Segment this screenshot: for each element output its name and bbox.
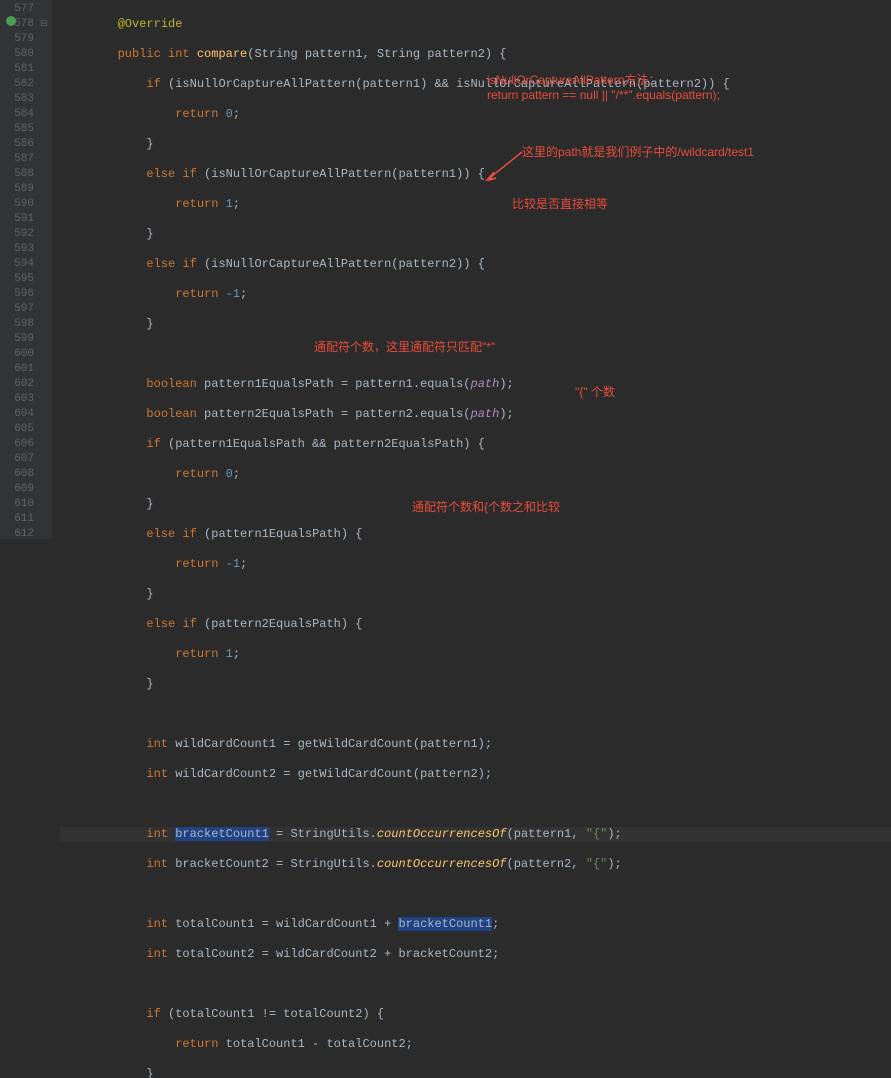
code-line[interactable]: public int compare(String pattern1, Stri… <box>60 47 891 62</box>
line-number: 609 <box>0 482 34 497</box>
line-number: 585 <box>0 122 34 137</box>
code-line[interactable]: return -1; <box>60 557 891 572</box>
code-line[interactable]: } <box>60 137 891 152</box>
line-number: 577 <box>0 2 34 17</box>
line-number: 603 <box>0 392 34 407</box>
line-number: 605 <box>0 422 34 437</box>
line-number: 611 <box>0 512 34 527</box>
line-number: 583 <box>0 92 34 107</box>
line-number: 584 <box>0 107 34 122</box>
line-number: 586 <box>0 137 34 152</box>
annotation-text: 这里的path就是我们例子中的/wildcard/test1 <box>522 145 754 160</box>
code-line[interactable] <box>60 977 891 992</box>
code-line[interactable] <box>60 797 891 812</box>
fold-icon[interactable]: ⊟ <box>40 17 48 32</box>
code-line[interactable]: if (pattern1EqualsPath && pattern2Equals… <box>60 437 891 452</box>
code-line[interactable]: return -1; <box>60 287 891 302</box>
line-number: 599 <box>0 332 34 347</box>
line-number: 594 <box>0 257 34 272</box>
annotation-text: "{" 个数 <box>575 385 615 400</box>
code-line[interactable]: } <box>60 1067 891 1078</box>
line-number: 606 <box>0 437 34 452</box>
code-line[interactable]: else if (pattern2EqualsPath) { <box>60 617 891 632</box>
code-line[interactable]: int totalCount1 = wildCardCount1 + brack… <box>60 917 891 932</box>
line-number: 580 <box>0 47 34 62</box>
code-line[interactable]: int wildCardCount1 = getWildCardCount(pa… <box>60 737 891 752</box>
annotation-text: 通配符个数，这里通配符只匹配"*" <box>314 340 495 355</box>
line-number: 590 <box>0 197 34 212</box>
code-line[interactable]: boolean pattern1EqualsPath = pattern1.eq… <box>60 377 891 392</box>
annotation-text: 通配符个数和{个数之和比较 <box>412 500 560 515</box>
line-number: 610 <box>0 497 34 512</box>
line-number: 595 <box>0 272 34 287</box>
code-editor[interactable]: @Override public int compare(String patt… <box>52 0 891 539</box>
code-line[interactable]: return 0; <box>60 107 891 122</box>
code-line[interactable]: else if (isNullOrCaptureAllPattern(patte… <box>60 167 891 182</box>
code-line[interactable]: int wildCardCount2 = getWildCardCount(pa… <box>60 767 891 782</box>
line-number: 612 <box>0 527 34 542</box>
line-number: 581 <box>0 62 34 77</box>
annotation-text: return pattern == null || "/**".equals(p… <box>487 88 720 103</box>
line-number: 604 <box>0 407 34 422</box>
code-line[interactable] <box>60 707 891 722</box>
line-number-gutter: ⊟ 577 578 579 580 581 582 583 584 585 58… <box>0 0 52 539</box>
code-line[interactable]: return 1; <box>60 647 891 662</box>
code-line[interactable]: int bracketCount1 = StringUtils.countOcc… <box>60 827 891 842</box>
code-line[interactable]: boolean pattern2EqualsPath = pattern2.eq… <box>60 407 891 422</box>
line-number: 588 <box>0 167 34 182</box>
code-line[interactable]: int totalCount2 = wildCardCount2 + brack… <box>60 947 891 962</box>
line-number: 608 <box>0 467 34 482</box>
code-line[interactable]: return 0; <box>60 467 891 482</box>
line-number: 607 <box>0 452 34 467</box>
code-line[interactable] <box>60 887 891 902</box>
code-line[interactable]: } <box>60 677 891 692</box>
code-line[interactable]: return 1; <box>60 197 891 212</box>
code-line[interactable]: else if (pattern1EqualsPath) { <box>60 527 891 542</box>
code-line[interactable]: else if (isNullOrCaptureAllPattern(patte… <box>60 257 891 272</box>
line-number: 591 <box>0 212 34 227</box>
override-gutter-icon[interactable] <box>6 16 16 26</box>
annotation-text: isNullOrCaptureAllPattern方法： <box>487 73 660 88</box>
line-number: 582 <box>0 77 34 92</box>
line-number: 601 <box>0 362 34 377</box>
line-number: 602 <box>0 377 34 392</box>
line-number: 600 <box>0 347 34 362</box>
code-line[interactable]: } <box>60 227 891 242</box>
code-line[interactable]: } <box>60 317 891 332</box>
line-number: 598 <box>0 317 34 332</box>
line-number: 579 <box>0 32 34 47</box>
code-line[interactable]: } <box>60 587 891 602</box>
line-number: 592 <box>0 227 34 242</box>
annotation-text: 比较是否直接相等 <box>512 197 608 212</box>
code-line[interactable]: int bracketCount2 = StringUtils.countOcc… <box>60 857 891 872</box>
annotation-arrow-icon <box>482 150 527 185</box>
line-number: 597 <box>0 302 34 317</box>
code-line[interactable]: return totalCount1 - totalCount2; <box>60 1037 891 1052</box>
code-line[interactable]: if (totalCount1 != totalCount2) { <box>60 1007 891 1022</box>
line-number: 589 <box>0 182 34 197</box>
code-line[interactable]: @Override <box>60 17 891 32</box>
code-line[interactable]: if (isNullOrCaptureAllPattern(pattern1) … <box>60 77 891 92</box>
line-number: 587 <box>0 152 34 167</box>
line-number: 593 <box>0 242 34 257</box>
line-number: 596 <box>0 287 34 302</box>
